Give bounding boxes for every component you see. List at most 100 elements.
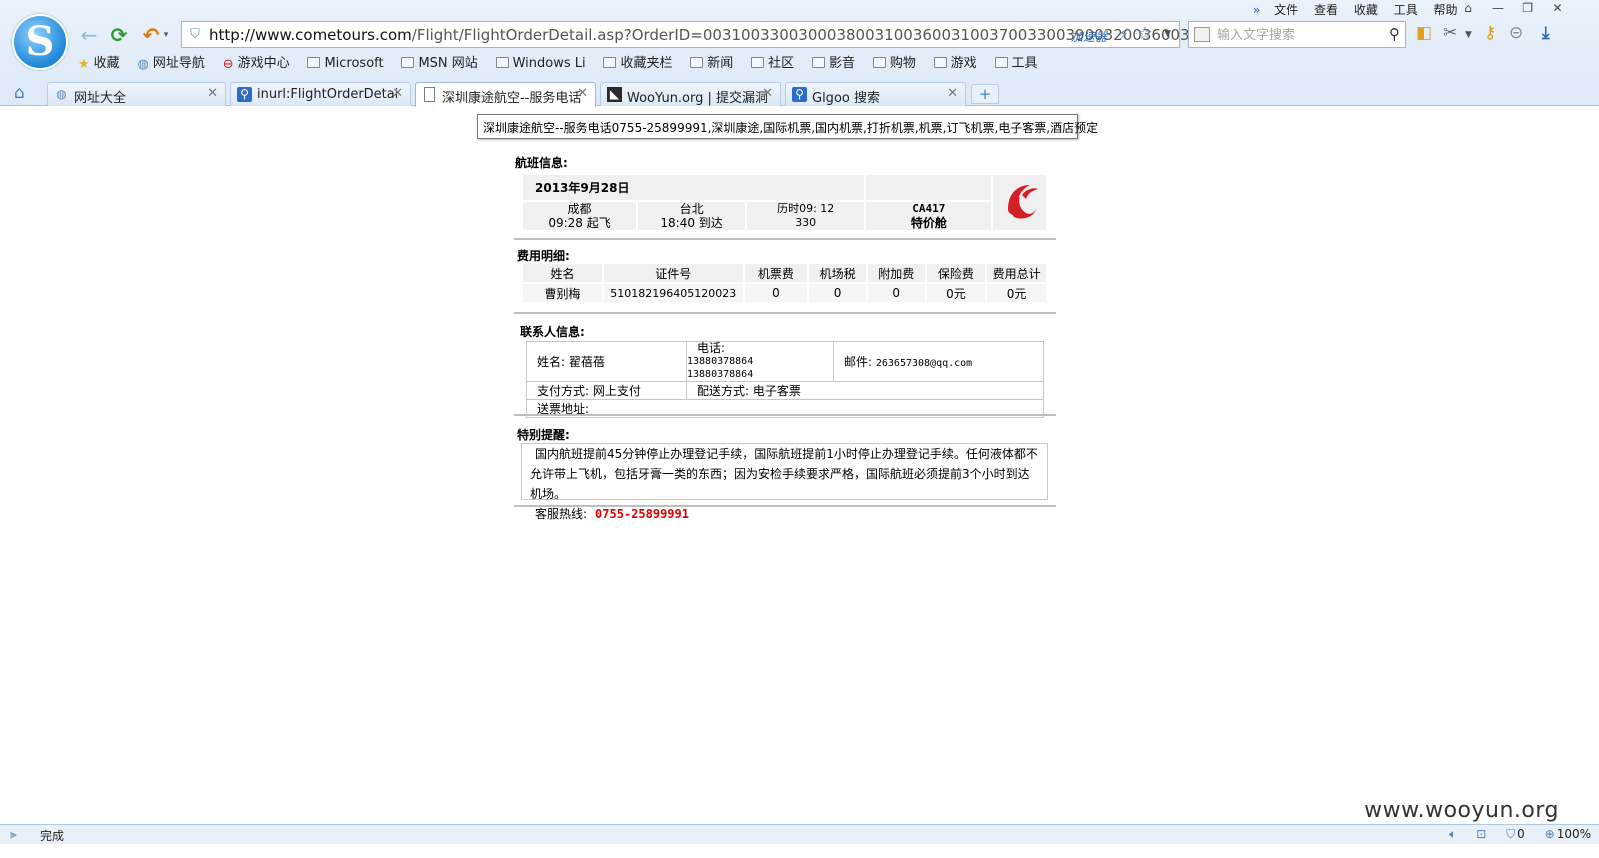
tab-label: inurl:FlightOrderDetail.: [257, 87, 397, 102]
notice-section-title: 特别提醒:: [517, 428, 570, 442]
arrive-time: 18:40 到达: [660, 216, 723, 230]
tab-inurl-search[interactable]: ⚲ inurl:FlightOrderDetail. ✕: [230, 82, 411, 106]
folder-icon: [401, 57, 415, 68]
favorite-star-icon[interactable]: ☆: [1137, 23, 1153, 44]
hotline-number: 0755-25899991: [595, 507, 689, 521]
refresh-button[interactable]: ⟳: [106, 22, 132, 48]
search-icon[interactable]: ⚲: [1389, 25, 1400, 43]
divider: [514, 238, 1056, 240]
scissors-icon[interactable]: ✂: [1443, 23, 1457, 43]
fav-folder-tools[interactable]: 工具: [994, 54, 1038, 74]
status-bar: ⫸ 完成 🔈︎ ⊡ ⛉ 0 ⊕ 100%: [0, 824, 1599, 844]
address-bar[interactable]: ⛉ http://www.cometours.com/Flight/Flight…: [181, 21, 1199, 48]
browser-chrome: S ← ⟳ ↶ ▾ ⛉ http://www.cometours.com/Fli…: [0, 0, 1599, 107]
depart-city: 成都: [567, 202, 592, 216]
tab-bar: ⌂ ◍ 网址大全 ✕ ⚲ inurl:FlightOrderDetail. ✕ …: [0, 80, 1599, 107]
air-china-logo-icon: [1007, 185, 1038, 219]
url-text[interactable]: http://www.cometours.com/Flight/FlightOr…: [209, 26, 1199, 44]
close-icon[interactable]: ✕: [1544, 1, 1570, 15]
contact-table: 姓名: 翟蓓蓓 电话: 13880378864 13880378864 邮件: 2…: [526, 341, 1044, 418]
payment-label: 支付方式:: [537, 384, 590, 398]
undo-dropdown-icon[interactable]: ▾: [160, 22, 172, 48]
back-button[interactable]: ←: [76, 22, 102, 48]
adblock-icon[interactable]: ⛉: [1506, 827, 1515, 841]
wooyun-icon: ◣: [607, 87, 622, 102]
network-icon[interactable]: ⊡: [1476, 827, 1486, 841]
fav-item-favorites[interactable]: ★ 收藏: [78, 54, 120, 75]
tab-cometours[interactable]: 深圳康途航空--服务电话 ✕: [415, 82, 596, 107]
menu-view[interactable]: 查看: [1314, 1, 1338, 18]
fav-folder-games[interactable]: 游戏: [933, 54, 977, 74]
flight-number: CA417: [912, 202, 946, 215]
fav-item-nav[interactable]: ◍ 网址导航: [138, 54, 205, 75]
tab-close-icon[interactable]: ✕: [392, 86, 403, 101]
delivery-label: 配送方式:: [697, 384, 750, 398]
fav-folder-msn[interactable]: MSN 网站: [401, 54, 478, 74]
tab-url-directory[interactable]: ◍ 网址大全 ✕: [47, 82, 226, 106]
download-icon[interactable]: ⤓: [1542, 23, 1550, 43]
search-box[interactable]: ⚲: [1188, 21, 1406, 48]
scissors-dropdown-icon[interactable]: ▼: [1465, 30, 1472, 40]
fee-total: 0元: [985, 282, 1048, 304]
menu-help[interactable]: 帮助: [1434, 1, 1458, 18]
fav-label: 游戏中心: [237, 56, 290, 71]
folder-icon: [495, 57, 509, 68]
zoom-level[interactable]: 100%: [1557, 827, 1591, 841]
depart-cell: 成都 09:28 起飞: [520, 200, 639, 232]
skin-icon[interactable]: ⌂: [1455, 1, 1481, 15]
contact-name-cell: 姓名: 翟蓓蓓: [526, 341, 687, 382]
fav-folder-media[interactable]: 影音: [811, 54, 855, 74]
fav-label: 收藏: [93, 56, 120, 71]
sidebar-toggle-icon[interactable]: ⫸: [10, 827, 17, 842]
notice-text: 国内航班提前45分钟停止办理登记手续，国际航班提前1小时停止办理登记手续。任何液…: [530, 447, 1038, 501]
delivery-method: 电子客票: [752, 384, 801, 398]
tab-label: 网址大全: [74, 91, 127, 106]
lightning-icon[interactable]: ⚡: [1118, 25, 1129, 43]
tab-close-icon[interactable]: ✕: [947, 86, 958, 101]
fav-item-games-center[interactable]: ⊖ 游戏中心: [223, 54, 290, 75]
tab-close-icon[interactable]: ✕: [577, 86, 588, 101]
tab-wooyun[interactable]: ◣ WooYun.org | 提交漏洞 ✕: [600, 82, 781, 106]
aircraft-type: 330: [795, 216, 817, 229]
folder-icon: [307, 57, 321, 68]
delivery-cell: 配送方式: 电子客票: [686, 381, 1044, 400]
key-icon[interactable]: ⚷: [1484, 23, 1496, 43]
menu-expand-icon[interactable]: »: [1253, 3, 1260, 17]
new-tab-button[interactable]: +: [971, 84, 999, 104]
restore-icon[interactable]: ❐: [1515, 1, 1541, 15]
search-engine-icon[interactable]: [1194, 27, 1210, 42]
tab-close-icon[interactable]: ✕: [207, 86, 218, 101]
accelerator-button[interactable]: 加速器: [1071, 28, 1107, 45]
menu-tools[interactable]: 工具: [1394, 1, 1418, 18]
fav-folder-shopping[interactable]: 购物: [872, 54, 916, 74]
address-dropdown-icon[interactable]: ▼: [1164, 29, 1171, 39]
title-tooltip: 深圳康途航空--服务电话0755-25899991,深圳康途,国际机票,国内机票…: [477, 114, 1098, 139]
folder-icon: [603, 57, 617, 68]
browser-logo-icon[interactable]: S: [12, 14, 68, 70]
star-icon: ★: [78, 57, 90, 72]
search-icon: ⚲: [792, 87, 807, 102]
menu-favorites[interactable]: 收藏: [1354, 1, 1378, 18]
fav-folder-microsoft[interactable]: Microsoft: [307, 54, 384, 74]
search-input[interactable]: [1217, 25, 1377, 45]
folder-icon: [690, 57, 704, 68]
home-icon[interactable]: ⌂: [14, 83, 25, 103]
contact-email-cell: 邮件: 263657308@qq.com: [833, 341, 1044, 382]
fav-folder-favbar[interactable]: 收藏夹栏: [603, 54, 672, 74]
fav-folder-news[interactable]: 新闻: [690, 54, 733, 74]
plugin-icon[interactable]: ◧: [1416, 23, 1432, 43]
fee-header: 附加费: [865, 262, 927, 284]
minimize-icon[interactable]: —: [1485, 1, 1511, 15]
menu-file[interactable]: 文件: [1274, 1, 1298, 18]
window-controls: ⌂ — ❐ ✕: [1455, 1, 1570, 15]
tab-glgoo[interactable]: ⚲ Glgoo 搜索 ✕: [785, 82, 966, 106]
tab-close-icon[interactable]: ✕: [762, 86, 773, 101]
more-icon[interactable]: ⊝: [1509, 23, 1523, 43]
fav-folder-windows-live[interactable]: Windows Li: [495, 54, 586, 74]
zoom-icon[interactable]: ⊕: [1545, 827, 1555, 841]
fav-folder-community[interactable]: 社区: [751, 54, 794, 74]
notice-box: 国内航班提前45分钟停止办理登记手续，国际航班提前1小时停止办理登记手续。任何液…: [521, 443, 1048, 521]
passenger-name: 曹别梅: [521, 282, 604, 304]
airline-logo-cell: [991, 173, 1048, 232]
volume-icon[interactable]: 🔈︎: [1449, 827, 1456, 841]
